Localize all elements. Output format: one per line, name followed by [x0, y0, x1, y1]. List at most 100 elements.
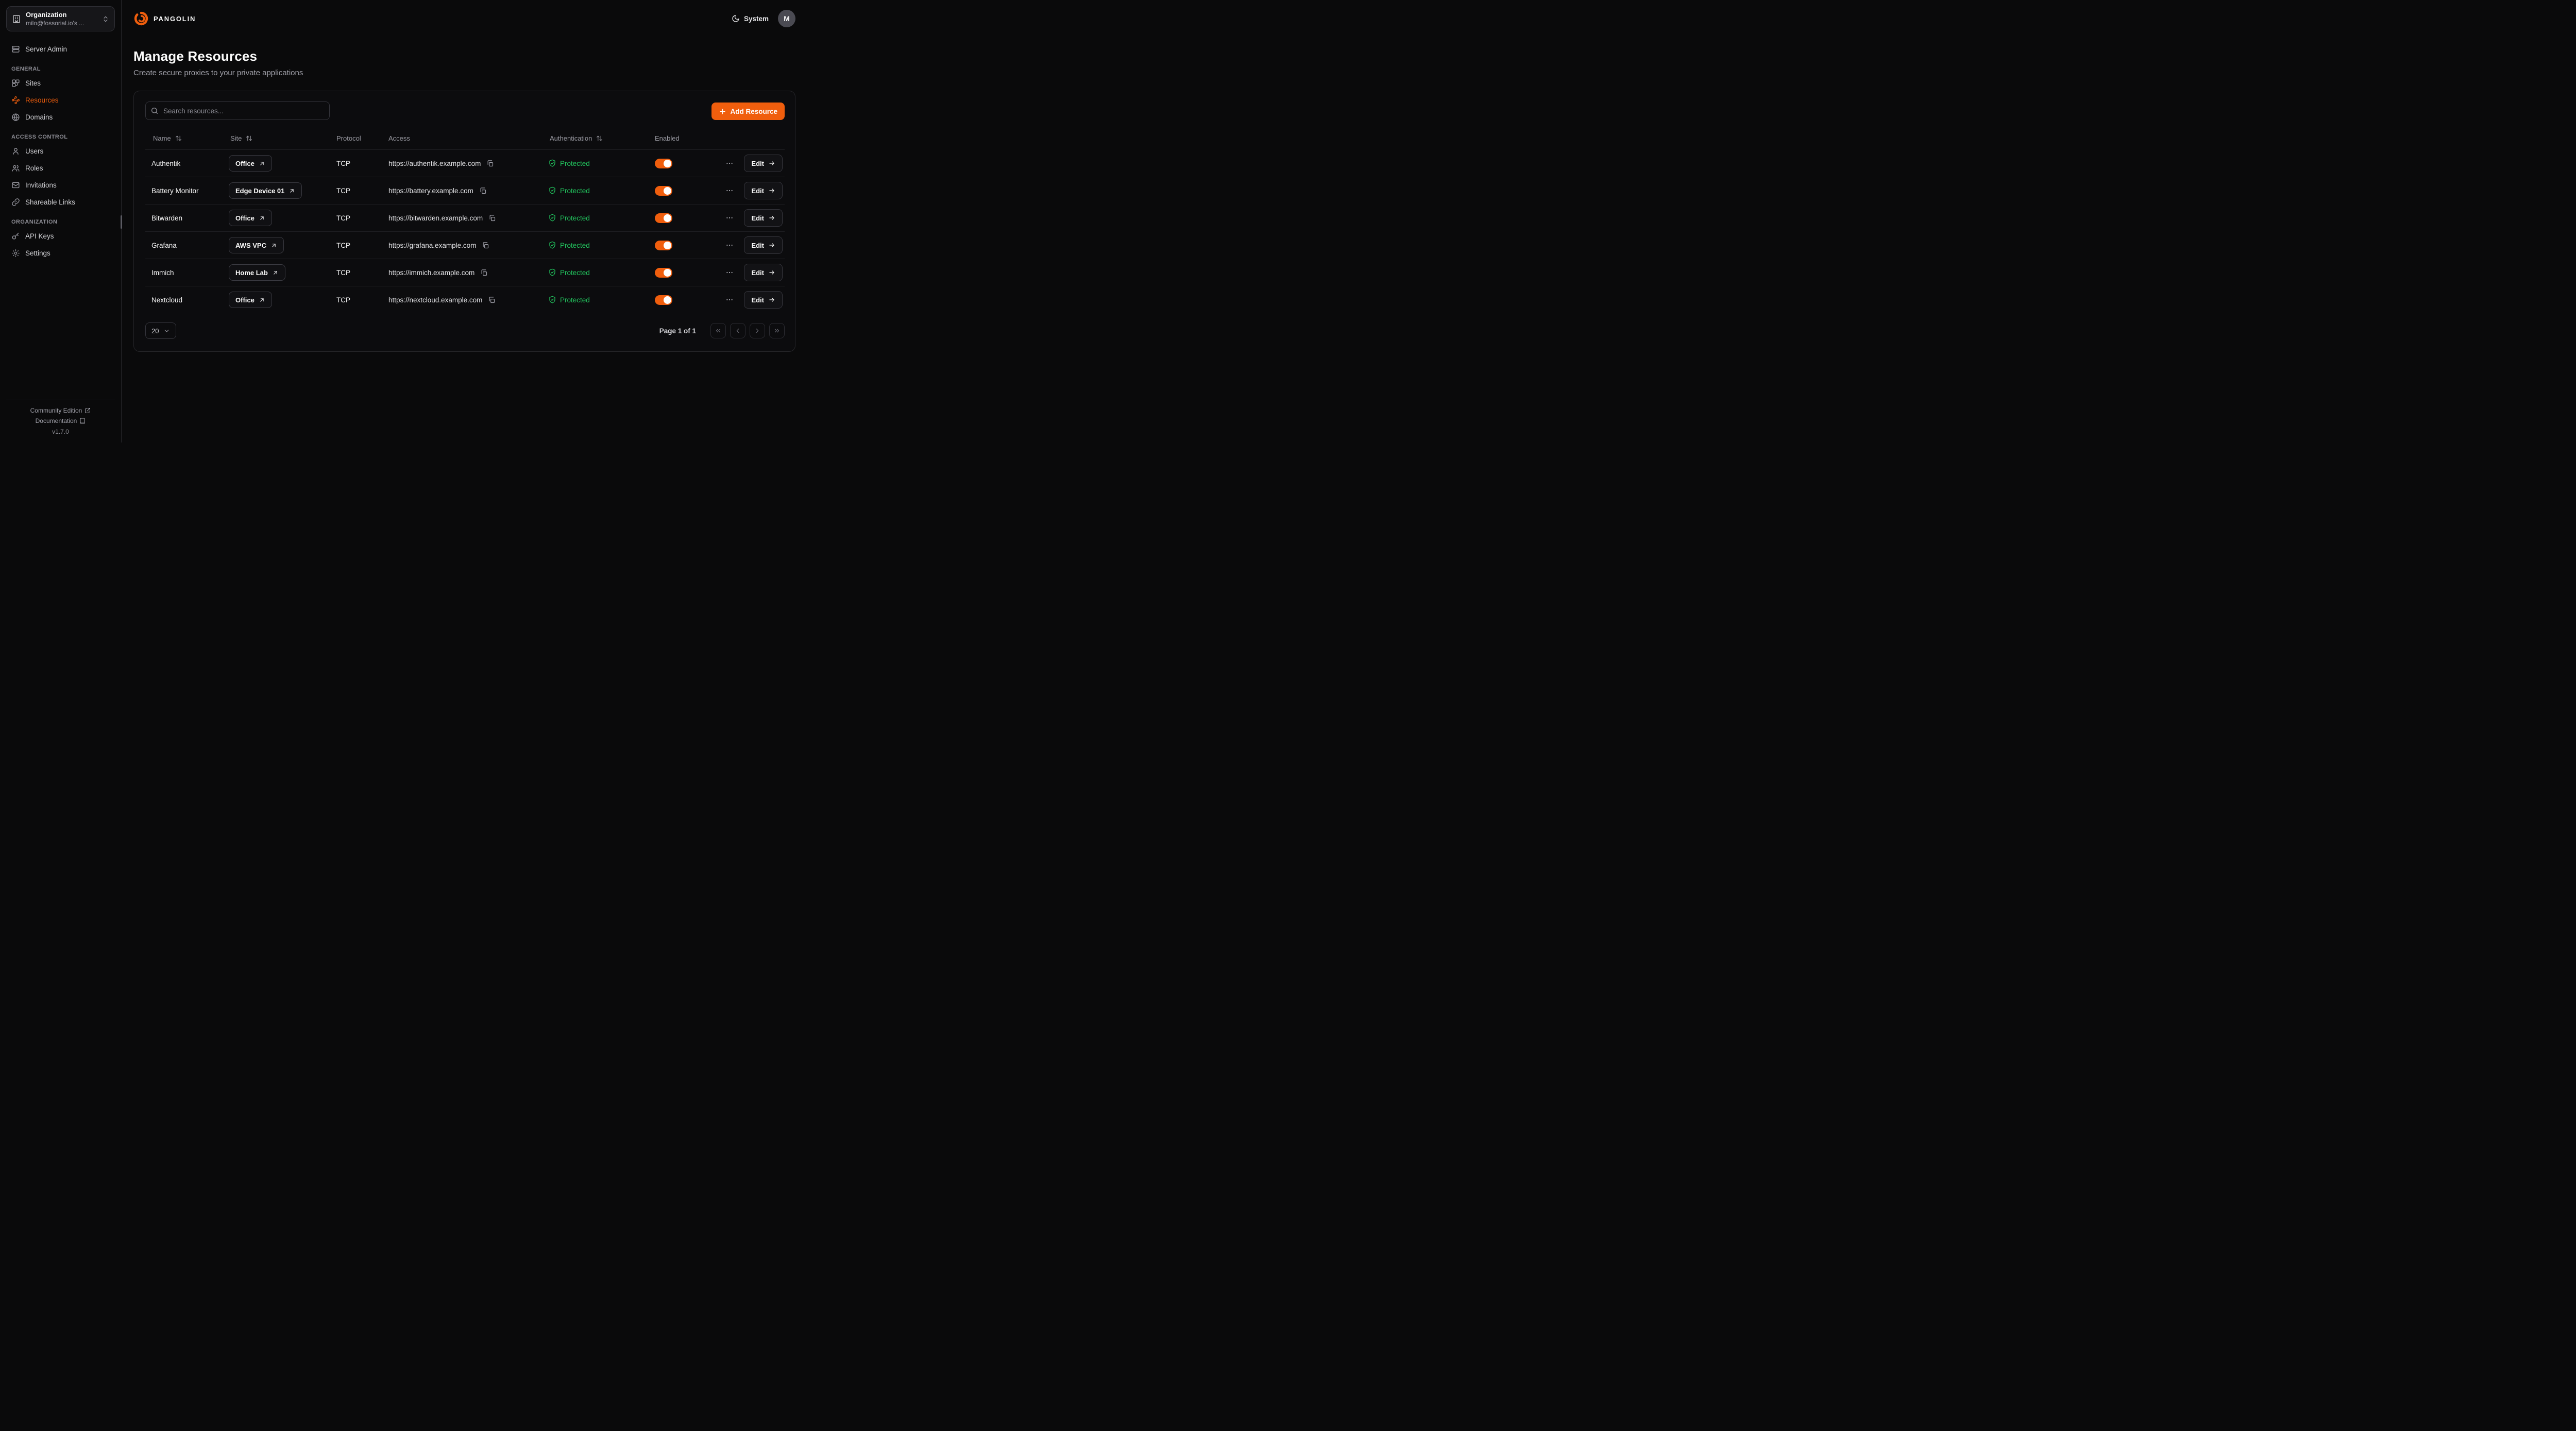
copy-icon[interactable]: [486, 295, 497, 305]
page-size-select[interactable]: 20: [145, 322, 176, 339]
edit-button[interactable]: Edit: [744, 182, 783, 199]
access-url: https://nextcloud.example.com: [388, 296, 482, 304]
row-menu-button[interactable]: [723, 266, 736, 279]
sidebar-item-api-keys[interactable]: API Keys: [6, 228, 115, 245]
column-header-name[interactable]: Name: [151, 133, 183, 143]
prev-page-button[interactable]: [730, 323, 745, 338]
enabled-toggle[interactable]: [655, 159, 672, 168]
community-edition-link[interactable]: Community Edition: [30, 405, 91, 416]
edit-button[interactable]: Edit: [744, 209, 783, 227]
site-name: AWS VPC: [235, 242, 266, 249]
sidebar-item-label: Domains: [25, 113, 53, 121]
column-header-protocol: Protocol: [330, 134, 382, 142]
site-link-button[interactable]: Office: [229, 210, 272, 226]
arrow-right-icon: [768, 187, 775, 194]
row-menu-button[interactable]: [723, 212, 736, 224]
table-row: Nextcloud Office TCP https://nextcloud.e…: [145, 286, 785, 313]
documentation-link[interactable]: Documentation: [36, 416, 86, 426]
site-link-button[interactable]: Office: [229, 155, 272, 172]
copy-icon[interactable]: [485, 158, 496, 169]
edit-button[interactable]: Edit: [744, 264, 783, 281]
first-page-button[interactable]: [710, 323, 726, 338]
moon-icon: [732, 14, 740, 23]
sort-icon: [246, 135, 252, 142]
protocol-value: TCP: [330, 296, 382, 304]
auth-status: Protected: [560, 160, 590, 167]
column-header-site[interactable]: Site: [229, 133, 254, 143]
enabled-toggle[interactable]: [655, 213, 672, 223]
copy-icon[interactable]: [478, 185, 488, 196]
edit-button[interactable]: Edit: [744, 291, 783, 309]
brand: PANGOLIN: [133, 11, 196, 26]
resource-name: Grafana: [145, 242, 223, 249]
sidebar-item-shareable-links[interactable]: Shareable Links: [6, 194, 115, 211]
shield-check-icon: [548, 268, 556, 277]
edit-button[interactable]: Edit: [744, 236, 783, 254]
sort-icon: [175, 135, 182, 142]
building-icon: [12, 14, 21, 24]
enabled-toggle[interactable]: [655, 186, 672, 196]
roles-icon: [11, 164, 20, 173]
auth-status: Protected: [560, 187, 590, 195]
row-menu-button[interactable]: [723, 294, 736, 306]
edit-label: Edit: [751, 269, 764, 277]
sidebar-item-invitations[interactable]: Invitations: [6, 177, 115, 194]
section-label-general: GENERAL: [11, 66, 110, 72]
enabled-toggle[interactable]: [655, 295, 672, 305]
section-label-organization: ORGANIZATION: [11, 219, 110, 225]
search-icon: [150, 107, 159, 115]
site-link-button[interactable]: Office: [229, 292, 272, 308]
enabled-toggle[interactable]: [655, 268, 672, 278]
sidebar-item-roles[interactable]: Roles: [6, 160, 115, 177]
enabled-toggle[interactable]: [655, 241, 672, 250]
protocol-value: TCP: [330, 269, 382, 277]
last-page-button[interactable]: [769, 323, 785, 338]
row-menu-button[interactable]: [723, 184, 736, 197]
sidebar-item-label: Resources: [25, 96, 59, 104]
sidebar-item-label: Server Admin: [25, 45, 67, 53]
org-subtitle: milo@fossorial.io's ...: [26, 20, 97, 27]
table-row: Battery Monitor Edge Device 01 TCP https…: [145, 177, 785, 204]
search-input[interactable]: [145, 101, 330, 120]
page-subtitle: Create secure proxies to your private ap…: [133, 69, 795, 77]
sidebar-item-resources[interactable]: Resources: [6, 92, 115, 109]
documentation-label: Documentation: [36, 417, 77, 424]
sidebar-resize-handle[interactable]: [121, 215, 122, 229]
sidebar-item-label: Shareable Links: [25, 198, 75, 206]
add-resource-button[interactable]: Add Resource: [711, 103, 785, 120]
copy-icon[interactable]: [487, 213, 498, 224]
column-header-access: Access: [382, 134, 542, 142]
sidebar-item-settings[interactable]: Settings: [6, 245, 115, 262]
copy-icon[interactable]: [479, 267, 489, 278]
site-link-button[interactable]: Home Lab: [229, 264, 285, 281]
page-size-value: 20: [151, 327, 159, 335]
edit-label: Edit: [751, 160, 764, 167]
sidebar-item-users[interactable]: Users: [6, 143, 115, 160]
sidebar-item-domains[interactable]: Domains: [6, 109, 115, 126]
edit-label: Edit: [751, 187, 764, 195]
next-page-button[interactable]: [750, 323, 765, 338]
site-link-button[interactable]: AWS VPC: [229, 237, 284, 253]
toggle-knob: [664, 214, 671, 222]
row-menu-button[interactable]: [723, 239, 736, 251]
access-url: https://grafana.example.com: [388, 242, 476, 249]
copy-icon[interactable]: [480, 240, 491, 251]
edit-label: Edit: [751, 242, 764, 249]
edit-button[interactable]: Edit: [744, 155, 783, 172]
toggle-knob: [664, 242, 671, 249]
column-header-authentication[interactable]: Authentication: [548, 133, 604, 143]
sidebar-item-label: Sites: [25, 79, 41, 87]
org-selector[interactable]: Organization milo@fossorial.io's ...: [6, 6, 115, 31]
key-icon: [11, 232, 20, 241]
gear-icon: [11, 249, 20, 258]
sidebar-item-server-admin[interactable]: Server Admin: [6, 41, 115, 58]
site-link-button[interactable]: Edge Device 01: [229, 182, 302, 199]
plus-icon: [719, 108, 726, 115]
protocol-value: TCP: [330, 242, 382, 249]
sidebar-item-sites[interactable]: Sites: [6, 75, 115, 92]
theme-toggle[interactable]: System: [732, 14, 769, 23]
avatar[interactable]: M: [778, 10, 795, 27]
shield-check-icon: [548, 186, 556, 195]
globe-icon: [11, 113, 20, 122]
row-menu-button[interactable]: [723, 157, 736, 169]
